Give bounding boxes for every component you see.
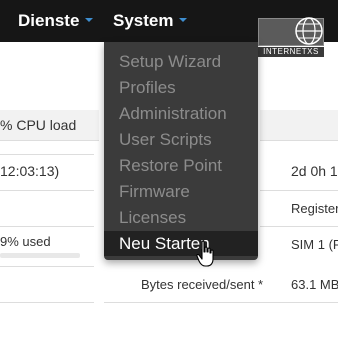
row-divider xyxy=(0,226,94,227)
menu-item-setup-wizard[interactable]: Setup Wizard xyxy=(119,52,221,72)
caret-down-icon xyxy=(179,17,188,22)
memory-used-text: 9% used xyxy=(0,234,51,249)
row-divider xyxy=(0,154,94,155)
uptime-left-text: 12:03:13) xyxy=(0,163,60,179)
nav-system[interactable]: System xyxy=(113,11,188,31)
row-divider xyxy=(260,190,338,191)
bytes-label: Bytes received/sent * xyxy=(141,277,264,292)
row-divider xyxy=(104,302,338,303)
row-divider xyxy=(0,266,94,267)
logo-text: INTERNETXS xyxy=(258,47,324,57)
register-text: Register xyxy=(291,201,338,216)
system-dropdown-menu: Setup Wizard Profiles Administration Use… xyxy=(104,42,258,260)
hand-cursor-icon xyxy=(196,240,214,267)
menu-item-user-scripts[interactable]: User Scripts xyxy=(119,130,212,150)
bytes-value: 63.1 MB xyxy=(291,277,338,292)
uptime-right-text: 2d 0h 18 xyxy=(291,163,338,179)
nav-dienste[interactable]: Dienste xyxy=(18,11,94,31)
row-divider xyxy=(0,302,94,303)
globe-icon xyxy=(295,17,323,45)
nav-dienste-label: Dienste xyxy=(18,11,80,30)
menu-item-licenses[interactable]: Licenses xyxy=(119,208,186,228)
memory-progress-bar xyxy=(0,253,80,258)
cpu-load-header: % CPU load xyxy=(0,117,77,133)
menu-item-administration[interactable]: Administration xyxy=(119,104,227,124)
caret-down-icon xyxy=(85,17,94,22)
row-divider xyxy=(0,190,94,191)
brand-logo: INTERNETXS xyxy=(258,17,324,58)
menu-item-restore-point[interactable]: Restore Point xyxy=(119,156,222,176)
nav-system-label: System xyxy=(113,11,174,30)
row-divider xyxy=(260,226,338,227)
menu-item-profiles[interactable]: Profiles xyxy=(119,78,176,98)
menu-item-firmware[interactable]: Firmware xyxy=(119,182,190,202)
sim-text: SIM 1 (P xyxy=(291,237,338,252)
right-header-cell xyxy=(260,110,338,141)
